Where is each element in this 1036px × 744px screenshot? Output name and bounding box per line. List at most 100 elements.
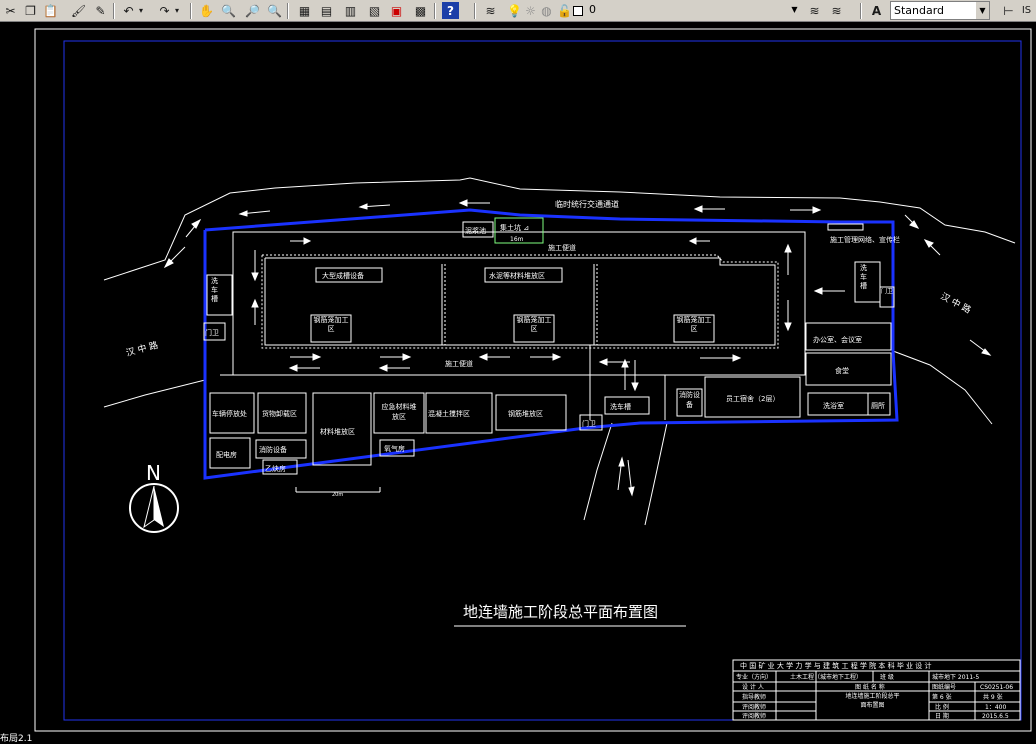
chevron-down-icon: ▼ — [976, 2, 989, 19]
tool-palettes-icon[interactable]: ▥ — [342, 2, 359, 19]
tb-r2c3: 图 纸 名 称 — [855, 683, 885, 691]
tb-r5c1: 评阅教师 — [742, 712, 766, 720]
tb-r1c4: 城市地下 2011-5 — [932, 673, 979, 681]
paste-icon[interactable]: 📋 — [42, 2, 59, 19]
markup-icon[interactable]: ▣ — [388, 2, 405, 19]
fire-right-fo: 消防设备 — [679, 391, 700, 409]
calculator-icon[interactable]: ▩ — [412, 2, 429, 19]
rebar3-label: 钢筋笼加工区 — [676, 316, 712, 333]
gate-left-label: 门卫 — [205, 328, 219, 337]
road-left-label: 汉 中 路 — [125, 339, 160, 359]
tb-r3c3: 地连墙施工阶段总平面布置图 — [845, 693, 900, 709]
tb-r3c5: 共 9 张 — [983, 693, 1003, 701]
rebar-store-label: 钢筋堆放区 — [508, 409, 543, 418]
rebar3-fo: 钢筋笼加工区 — [676, 316, 712, 333]
sheet-set-icon[interactable]: ▧ — [366, 2, 383, 19]
fire-left-label: 消防设备 — [259, 445, 287, 454]
road-top-label: 临时统行交通通道 — [555, 199, 619, 209]
text-style-value: Standard — [894, 4, 945, 17]
tb-r2c4: 图纸编号 — [932, 683, 956, 691]
brush-icon[interactable]: ✎ — [92, 2, 109, 19]
match-properties-icon[interactable]: 🖌 — [70, 2, 87, 19]
layer-dropdown[interactable]: 0 ▼ — [586, 1, 801, 20]
wash-right-label: 洗车槽 — [860, 264, 867, 290]
wash-left-label: 洗车槽 — [211, 277, 218, 303]
redo-dropdown-icon[interactable]: ▾ — [172, 2, 182, 19]
copy-icon[interactable]: ❐ — [22, 2, 39, 19]
road-right-label: 汉 中 路 — [939, 290, 974, 316]
tb-r4c5: 1：400 — [985, 704, 1006, 711]
inner-road-top-label: 施工便道 — [548, 243, 576, 252]
north-arrow — [129, 483, 179, 533]
zoom-window-icon[interactable]: 🔎 — [244, 2, 261, 19]
tb-r3c4: 第 6 张 — [932, 693, 952, 701]
make-object-layer-current-icon[interactable]: ≋ — [806, 2, 823, 19]
wash-left-fo: 洗车槽 — [211, 277, 218, 303]
undo-icon[interactable]: ↶ — [120, 2, 137, 19]
text-style-icon[interactable]: A — [868, 2, 885, 19]
cad-toolbar: ✂ ❐ 📋 🖌 ✎ ↶ ▾ ↷ ▾ ✋ 🔍 🔎 🔍 ▦ ▤ ▥ ▧ ▣ ▩ ? … — [0, 0, 1036, 22]
viewport-freeze-icon[interactable]: ◍ — [538, 2, 555, 19]
zoom-previous-icon[interactable]: 🔍 — [266, 2, 283, 19]
acetylene-label: 乙炔房 — [265, 464, 286, 473]
pan-icon[interactable]: ✋ — [198, 2, 215, 19]
drawing-canvas[interactable]: 临时统行交通通道 汉 中 路 汉 中 路 泥浆池 集土坑 ⊿ 16m 施工便道 … — [0, 22, 1036, 740]
toilet-label: 厕所 — [871, 401, 885, 410]
layer-manager-icon[interactable]: ≋ — [482, 2, 499, 19]
concrete-label: 混凝土搅拌区 — [428, 409, 470, 418]
cut-icon[interactable]: ✂ — [2, 2, 19, 19]
redo-icon[interactable]: ↷ — [156, 2, 173, 19]
layer-value: 0 — [589, 3, 596, 16]
tb-r5c5: 2015.6.5 — [982, 713, 1009, 720]
inner-road-bottom-label: 施工便道 — [445, 359, 473, 368]
chevron-down-icon: ▼ — [791, 5, 798, 14]
vehicle-label: 车辆停放处 — [212, 409, 247, 418]
mgmt-label: 施工管理网络、宣传栏 — [830, 235, 900, 244]
drawing-svg: 临时统行交通通道 汉 中 路 汉 中 路 泥浆池 集土坑 ⊿ 16m 施工便道 … — [34, 28, 1032, 732]
mgmt-bar — [827, 223, 864, 231]
big-tools-label: 大型成槽设备 — [322, 271, 364, 280]
wash-right-fo: 洗车槽 — [860, 264, 867, 290]
gate-right-label: 门卫 — [881, 288, 893, 295]
scale-label: 20m — [332, 492, 343, 498]
lock-icon[interactable]: 🔓 — [556, 2, 573, 19]
gate-bottom-label: 门卫 — [582, 419, 596, 428]
tb-r1c2: 土木工程（城市地下工程） — [790, 673, 862, 681]
design-center-icon[interactable]: ▤ — [318, 2, 335, 19]
rebar1-label: 钢筋笼加工区 — [313, 316, 349, 333]
zoom-realtime-icon[interactable]: 🔍 — [220, 2, 237, 19]
layer-previous-icon[interactable]: ≋ — [828, 2, 845, 19]
dim-style-icon[interactable]: ⊢ — [1000, 2, 1017, 19]
inner-arrows — [251, 237, 845, 392]
toolbar-more-label[interactable]: IS — [1018, 2, 1035, 19]
undo-dropdown-icon[interactable]: ▾ — [136, 2, 146, 19]
freeze-icon[interactable]: ☼ — [522, 2, 539, 19]
layer-on-icon[interactable]: 💡 — [506, 2, 523, 19]
office-label: 办公室、会议室 — [813, 335, 862, 344]
fire-right-label: 消防设备 — [679, 391, 700, 409]
tb-r5c4: 日 期 — [935, 712, 949, 720]
text-style-dropdown[interactable]: Standard ▼ — [890, 1, 990, 20]
tb-r1c3: 班 级 — [880, 673, 894, 681]
tb-r4c1: 评阅教师 — [742, 703, 766, 711]
power-label: 配电房 — [216, 450, 237, 459]
tb-r2c5: CS0251-06 — [980, 684, 1013, 691]
goods-label: 货物卸载区 — [262, 409, 297, 418]
slurry-dim: 16m — [510, 236, 524, 243]
tb-r1c1: 专业（方向） — [736, 673, 772, 681]
tb-r3c3-fo: 地连墙施工阶段总平面布置图 — [845, 693, 900, 709]
material-label: 材料堆放区 — [320, 427, 355, 436]
properties-icon[interactable]: ▦ — [296, 2, 313, 19]
canteen-label: 食堂 — [835, 366, 849, 375]
rebar1-fo: 钢筋笼加工区 — [313, 316, 349, 333]
wash-bottom-label: 洗车槽 — [610, 402, 631, 411]
help-icon[interactable]: ? — [442, 2, 459, 19]
rebar2-label: 钢筋笼加工区 — [516, 316, 552, 333]
inner-road — [220, 231, 806, 420]
north-label: N — [146, 461, 161, 485]
mud-pool-label: 泥浆池 — [465, 226, 486, 235]
bath-label: 洗浴室 — [823, 401, 844, 410]
layout-tab-label[interactable]: 布局2.1 — [0, 731, 32, 744]
slurry-label: 集土坑 ⊿ — [500, 223, 529, 232]
tb-r3c1: 指导教师 — [742, 693, 766, 701]
